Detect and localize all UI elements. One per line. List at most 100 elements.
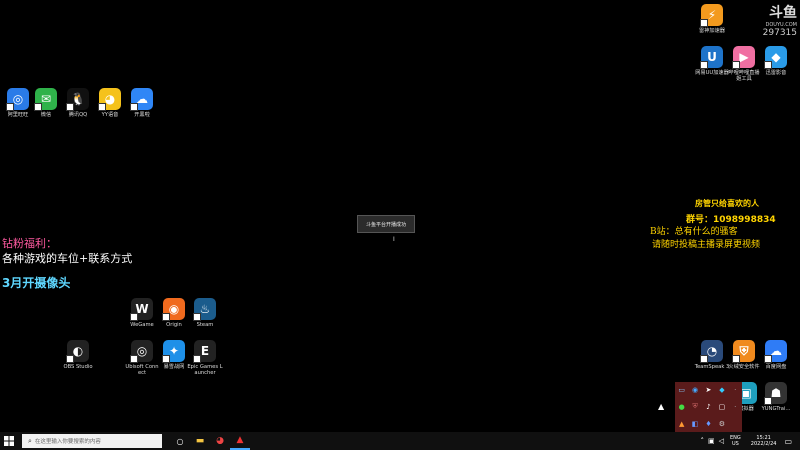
douyu-room: 297315 bbox=[762, 28, 797, 38]
bilibili-live-icon: ▶ bbox=[732, 46, 755, 69]
desktop-shortcut-label: 火绒安全软件 bbox=[728, 364, 760, 370]
desktop-shortcut-label: 百度网盘 bbox=[765, 364, 787, 370]
desktop-shortcut[interactable]: ◕ YY语音 bbox=[92, 88, 128, 118]
wegame-icon: W bbox=[130, 298, 153, 321]
chrome-icon: ◕ bbox=[216, 436, 224, 446]
tray-blank-icon[interactable]: · bbox=[734, 386, 736, 394]
desktop-shortcut[interactable]: ◆ 迅雷影音 bbox=[758, 46, 794, 76]
teamspeak-icon: ◔ bbox=[700, 340, 723, 363]
language-indicator[interactable]: ENG US bbox=[730, 435, 741, 447]
clock-date: 2022/2/24 bbox=[750, 441, 777, 447]
tray-uu-icon[interactable]: ◆ bbox=[719, 386, 724, 394]
notification-icon[interactable]: ▭ bbox=[784, 437, 792, 446]
leishen-icon: ⚡ bbox=[700, 4, 723, 27]
search-placeholder: 在这里输入你要搜索的内容 bbox=[34, 439, 101, 445]
tray-display-icon[interactable]: ▢ bbox=[719, 403, 726, 411]
region-label: US bbox=[731, 441, 739, 447]
desktop-shortcut[interactable]: W WeGame bbox=[124, 298, 160, 328]
search-icon: ⌕ bbox=[28, 436, 32, 445]
desktop-shortcut[interactable]: ☗ YUNGTrai... bbox=[758, 382, 794, 412]
tray-shield-icon[interactable]: ⛨ bbox=[692, 402, 697, 411]
clock[interactable]: 15:21 2022/2/24 bbox=[751, 435, 777, 447]
desktop-shortcut-label: YUNGTrai... bbox=[761, 406, 791, 412]
baidu-pan-icon: ☁ bbox=[764, 340, 787, 363]
desktop-shortcut[interactable]: ◎ Ubisoft Connect bbox=[124, 340, 160, 376]
desktop-shortcut[interactable]: ◐ OBS Studio bbox=[60, 340, 96, 370]
network-icon[interactable]: ▣ bbox=[708, 437, 715, 445]
start-button[interactable] bbox=[0, 432, 18, 450]
douyu-brand: 斗鱼 bbox=[769, 5, 797, 21]
folder-icon: ▬ bbox=[195, 436, 205, 446]
huorong-icon: ⛨ bbox=[732, 340, 755, 363]
xunlei-icon: ◆ bbox=[764, 46, 787, 69]
taskbar-explorer[interactable]: ▬ bbox=[190, 432, 210, 450]
tray-send-icon[interactable]: ➤ bbox=[706, 386, 712, 394]
desktop-shortcut[interactable]: E Epic Games Launcher bbox=[187, 340, 223, 376]
obs-icon: ◐ bbox=[66, 340, 89, 363]
desktop-shortcut[interactable]: ☁ 开黑啦 bbox=[124, 88, 160, 118]
desktop-shortcut-label: Ubisoft Connect bbox=[125, 364, 159, 376]
cortana-button[interactable]: ○ bbox=[170, 432, 190, 450]
origin-icon: ◉ bbox=[162, 298, 185, 321]
bilibili-note: B站：总有什么的骚客 bbox=[650, 227, 738, 237]
fan-benefit-detail: 各种游戏的车位+联系方式 bbox=[2, 252, 133, 265]
desktop-shortcut[interactable]: ▶ 哔哩哔哩直播姬工具 bbox=[726, 46, 762, 82]
desktop-shortcut[interactable]: ♨ Steam bbox=[187, 298, 223, 328]
desktop-shortcut[interactable]: ⚡ 雷神加速器 bbox=[694, 4, 730, 34]
taskbar: ⌕ 在这里输入你要搜索的内容 ○ ▬ ◕ ▲ ˄ ▣ ◁ ENG US 15:2… bbox=[0, 432, 800, 450]
submit-note: 请随时投稿主播录屏更视频 bbox=[652, 240, 761, 250]
windows-icon bbox=[4, 436, 14, 446]
fan-benefit-title: 钻粉福利： bbox=[2, 237, 57, 250]
mouse-pointer-icon: ▲ bbox=[658, 402, 665, 411]
desktop-shortcut-label: OBS Studio bbox=[63, 364, 93, 370]
kaiheila-icon: ☁ bbox=[130, 88, 153, 111]
ubisoft-icon: ◎ bbox=[130, 340, 153, 363]
desktop-shortcut-label: 网易UU加速器 bbox=[695, 70, 729, 76]
yy-icon: ◕ bbox=[98, 88, 121, 111]
desktop-shortcut-label: WeGame bbox=[130, 322, 154, 328]
desktop-shortcut-label: 开黑啦 bbox=[134, 112, 150, 118]
tray-app-icon[interactable]: ◧ bbox=[692, 420, 699, 428]
desktop-shortcut-label: 雷神加速器 bbox=[699, 28, 725, 34]
tray-gear-icon[interactable]: ⚙ bbox=[719, 420, 725, 428]
tray-overflow-popup: ▭ ◉ ➤ ◆ · ● ⛨ ♪ ▢ · ▲ ◧ ♦ ⚙ bbox=[675, 382, 742, 432]
steam-icon: ♨ bbox=[193, 298, 216, 321]
epic-icon: E bbox=[193, 340, 216, 363]
desktop-shortcut[interactable]: ⛨ 火绒安全软件 bbox=[726, 340, 762, 370]
volume-icon[interactable]: ◁ bbox=[719, 437, 724, 445]
tray-fire-icon[interactable]: ▲ bbox=[679, 420, 684, 428]
battlenet-icon: ✦ bbox=[162, 340, 185, 363]
room-manager-note: 房管只给喜欢的人 bbox=[695, 199, 759, 208]
qq-icon: 🐧 bbox=[66, 88, 89, 111]
desktop-shortcut-label: 腾讯QQ bbox=[68, 112, 88, 118]
tray-monitor-icon[interactable]: ▭ bbox=[678, 386, 685, 394]
taskbar-app-red[interactable]: ▲ bbox=[230, 432, 250, 450]
tray-blue-icon[interactable]: ♦ bbox=[705, 420, 711, 428]
cortana-icon: ○ bbox=[176, 436, 184, 446]
broadcast-toast: 斗鱼平台开播成功 bbox=[357, 215, 415, 233]
desktop-shortcut-label: Steam bbox=[196, 322, 214, 328]
douyu-watermark: 斗鱼 DOUYU.COM 297315 bbox=[735, 2, 797, 38]
desktop-shortcut[interactable]: ◔ TeamSpeak 3 bbox=[694, 340, 730, 370]
tray-edge-icon[interactable]: ◉ bbox=[692, 386, 698, 394]
toast-text: 斗鱼平台开播成功 bbox=[365, 221, 406, 228]
tray-mic-icon[interactable]: ♪ bbox=[706, 403, 710, 411]
taskbar-search-box[interactable]: ⌕ 在这里输入你要搜索的内容 bbox=[22, 434, 162, 448]
desktop-shortcut[interactable]: U 网易UU加速器 bbox=[694, 46, 730, 76]
desktop-shortcut[interactable]: ☁ 百度网盘 bbox=[758, 340, 794, 370]
desktop-shortcut-label: YY语音 bbox=[101, 112, 119, 118]
tray-green-icon[interactable]: ● bbox=[679, 403, 685, 411]
desktop-shortcut-label: Epic Games Launcher bbox=[187, 364, 223, 376]
desktop-shortcut-label: 微信 bbox=[40, 112, 52, 118]
uu-icon: U bbox=[700, 46, 723, 69]
desktop-shortcut-label: TeamSpeak 3 bbox=[694, 364, 730, 370]
desktop-shortcut[interactable]: 🐧 腾讯QQ bbox=[60, 88, 96, 118]
camera-notice: 3月开摄像头 bbox=[2, 276, 71, 290]
taskbar-chrome[interactable]: ◕ bbox=[210, 432, 230, 450]
wechat-icon: ✉ bbox=[34, 88, 57, 111]
tray-dot-icon[interactable]: · bbox=[734, 403, 736, 411]
tray-expand-icon[interactable]: ˄ bbox=[701, 437, 705, 445]
desktop-shortcut[interactable]: ✉ 微信 bbox=[28, 88, 64, 118]
app-red-icon: ▲ bbox=[236, 435, 244, 445]
desktop-shortcut-label: 迅雷影音 bbox=[765, 70, 787, 76]
